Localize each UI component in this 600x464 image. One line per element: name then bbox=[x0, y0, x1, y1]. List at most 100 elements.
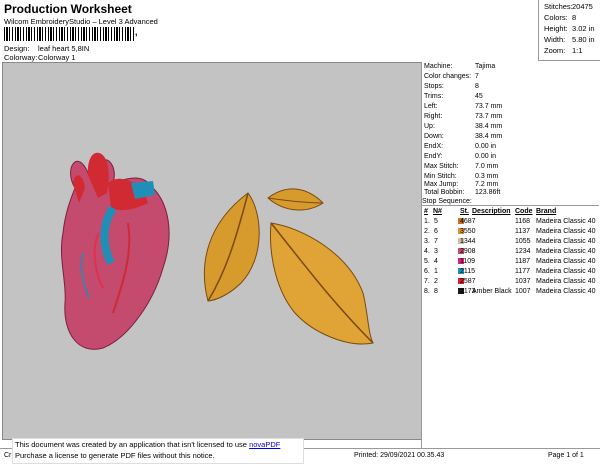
stop-sequence-heading: Stop Sequence: bbox=[422, 198, 472, 205]
info-label: Min Stitch: bbox=[424, 173, 457, 180]
thread-code: 1187 bbox=[515, 258, 531, 265]
needle-number: 7 bbox=[434, 238, 438, 245]
stat-value: 5.80 in bbox=[572, 35, 595, 44]
column-header: Code bbox=[515, 208, 533, 215]
table-row: 1. 5 4687 1168 Madeira Classic 40 bbox=[424, 218, 600, 228]
needle-number: 4 bbox=[434, 258, 438, 265]
thread-code: 1177 bbox=[515, 268, 531, 275]
column-header: # bbox=[424, 208, 428, 215]
needle-number: 2 bbox=[434, 278, 438, 285]
brand: Madeira Classic 40 bbox=[536, 238, 596, 245]
stat-label: Height: bbox=[544, 24, 568, 33]
stat-label: Stitches: bbox=[544, 2, 573, 11]
design-label: Design: bbox=[4, 44, 30, 53]
stitch-count: 4687 bbox=[460, 218, 476, 225]
barcode bbox=[4, 27, 134, 41]
page-number: Page 1 of 1 bbox=[548, 452, 584, 459]
info-value: 0.3 mm bbox=[475, 173, 499, 180]
stitch-count: 1344 bbox=[460, 238, 476, 245]
thread-code: 1037 bbox=[515, 278, 531, 285]
stitch-count: 1109 bbox=[460, 258, 476, 265]
stat-label: Zoom: bbox=[544, 46, 566, 55]
table-row: 8. 8 2173 Amber Black 1007 Madeira Class… bbox=[424, 288, 600, 298]
row-number: 1. bbox=[424, 218, 430, 225]
info-value: Tajima bbox=[475, 63, 496, 70]
colorway-value: Colorway 1 bbox=[38, 53, 76, 62]
footer-cr: Cr bbox=[4, 452, 12, 459]
brand: Madeira Classic 40 bbox=[536, 248, 596, 255]
row-number: 3. bbox=[424, 238, 430, 245]
stat-value: 3.02 in bbox=[572, 24, 595, 33]
brand: Madeira Classic 40 bbox=[536, 278, 596, 285]
column-header: N# bbox=[433, 208, 442, 215]
info-value: 73.7 mm bbox=[475, 103, 503, 110]
leaves-icon bbox=[203, 188, 374, 345]
row-number: 2. bbox=[424, 228, 430, 235]
info-value: 7.2 mm bbox=[475, 181, 499, 188]
info-value: 38.4 mm bbox=[475, 123, 503, 130]
info-value: 0.00 in bbox=[475, 153, 497, 160]
anatomical-heart-icon bbox=[60, 152, 170, 350]
info-value: 8 bbox=[475, 83, 479, 90]
thread-code: 1137 bbox=[515, 228, 531, 235]
needle-number: 8 bbox=[434, 288, 438, 295]
stitch-count: 2908 bbox=[460, 248, 476, 255]
needle-number: 3 bbox=[434, 248, 438, 255]
stat-value: 1:1 bbox=[572, 46, 583, 55]
stitch-count: 2587 bbox=[460, 278, 476, 285]
table-row: 5. 4 1109 1187 Madeira Classic 40 bbox=[424, 258, 600, 268]
table-row: 4. 3 2908 1234 Madeira Classic 40 bbox=[424, 248, 600, 258]
column-header: St. bbox=[460, 208, 469, 215]
stat-value: 8 bbox=[572, 13, 577, 22]
stitch-count: 2115 bbox=[460, 268, 476, 275]
info-label: Left: bbox=[424, 103, 438, 110]
row-number: 7. bbox=[424, 278, 430, 285]
notice-text-2: Purchase a license to generate PDF files… bbox=[15, 451, 215, 460]
description: Amber Black bbox=[472, 288, 512, 295]
info-value: 7.0 mm bbox=[475, 163, 499, 170]
divider bbox=[421, 205, 599, 206]
license-notice: This document was created by an applicat… bbox=[12, 438, 304, 464]
thread-code: 1007 bbox=[515, 288, 531, 295]
column-header: Description bbox=[472, 208, 511, 215]
info-label: Trims: bbox=[424, 93, 444, 100]
info-value: 7 bbox=[475, 73, 479, 80]
info-value: 73.7 mm bbox=[475, 113, 503, 120]
info-label: Max Jump: bbox=[424, 181, 459, 188]
info-value: 0.00 in bbox=[475, 143, 497, 150]
stat-label: Colors: bbox=[544, 13, 568, 22]
panel-divider bbox=[421, 62, 422, 448]
stitch-count: 3550 bbox=[460, 228, 476, 235]
novapdf-link[interactable]: novaPDF bbox=[249, 440, 280, 449]
design-preview bbox=[2, 62, 422, 440]
table-row: 7. 2 2587 1037 Madeira Classic 40 bbox=[424, 278, 600, 288]
row-number: 6. bbox=[424, 268, 430, 275]
info-label: Color changes: bbox=[424, 73, 472, 80]
printed-date: Printed: 29/09/2021 00.35.43 bbox=[354, 452, 445, 459]
embroidery-artwork bbox=[60, 152, 374, 350]
brand: Madeira Classic 40 bbox=[536, 218, 596, 225]
notice-text: This document was created by an applicat… bbox=[15, 440, 250, 449]
thread-code: 1234 bbox=[515, 248, 531, 255]
info-label: Machine: bbox=[424, 63, 453, 70]
info-label: Stops: bbox=[424, 83, 444, 90]
software-name: Wilcom EmbroideryStudio – Level 3 Advanc… bbox=[4, 17, 158, 26]
info-label: Up: bbox=[424, 123, 435, 130]
info-value: 38.4 mm bbox=[475, 133, 503, 140]
brand: Madeira Classic 40 bbox=[536, 268, 596, 275]
needle-number: 6 bbox=[434, 228, 438, 235]
page-title: Production Worksheet bbox=[4, 2, 132, 16]
info-label: EndX: bbox=[424, 143, 444, 150]
info-value: 123.86ft bbox=[475, 189, 501, 196]
table-row: 2. 6 3550 1137 Madeira Classic 40 bbox=[424, 228, 600, 238]
row-number: 5. bbox=[424, 258, 430, 265]
info-label: Right: bbox=[424, 113, 443, 120]
barcode-tail: , bbox=[135, 27, 138, 37]
info-label: EndY: bbox=[424, 153, 443, 160]
table-row: 6. 1 2115 1177 Madeira Classic 40 bbox=[424, 268, 600, 278]
brand: Madeira Classic 40 bbox=[536, 258, 596, 265]
info-label: Total Bobbin: bbox=[424, 189, 465, 196]
thread-code: 1168 bbox=[515, 218, 531, 225]
stat-value: 20475 bbox=[572, 2, 593, 11]
info-label: Max Stitch: bbox=[424, 163, 459, 170]
